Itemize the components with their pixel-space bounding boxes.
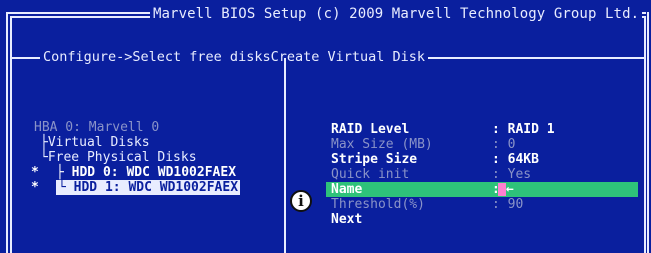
tree-virtual-disks[interactable]: ├Virtual Disks — [34, 135, 240, 150]
info-icon: i — [290, 190, 312, 212]
tree-virtual-disks-label: Virtual Disks — [47, 135, 150, 150]
disk-label-highlighted: └ HDD 1: WDC WD1002FAEX — [56, 180, 241, 195]
field-quick-init: Quick init : Yes — [326, 167, 638, 182]
selected-marker: * — [31, 165, 39, 180]
field-label: Stripe Size — [331, 152, 418, 167]
frame-right-line — [644, 16, 646, 253]
field-stripe-size[interactable]: Stripe Size : 64KB — [326, 152, 638, 167]
disk-label: HDD 0: WDC WD1002FAEX — [71, 165, 237, 180]
tree-corner-glyph: └ — [40, 150, 48, 165]
frame-left-inner-line — [10, 16, 12, 253]
field-value: : 0 — [492, 137, 516, 152]
frame-right-outer-line — [647, 12, 649, 253]
tree-disk-hdd0[interactable]: * ├ HDD 0: WDC WD1002FAEX — [31, 165, 240, 180]
tree-disk-hdd1[interactable]: * └ HDD 1: WDC WD1002FAEX — [31, 180, 241, 195]
field-label: Name — [331, 182, 363, 197]
field-threshold: Threshold(%) : 90 — [326, 197, 638, 212]
field-label: RAID Level — [331, 122, 410, 137]
tree-branch-glyph: ├ — [40, 135, 48, 150]
disk-label: HDD 1: WDC WD1002FAEX — [73, 180, 239, 195]
field-value: : 90 — [492, 197, 524, 212]
tree-branch-glyph: ├ — [56, 165, 64, 180]
next-button[interactable]: Next — [326, 212, 638, 227]
field-name[interactable]: Name : ← — [326, 182, 638, 197]
tree-free-physical-label: Free Physical Disks — [47, 150, 197, 165]
field-value: : Yes — [492, 167, 532, 182]
field-label: Max Size (MB) — [331, 137, 433, 152]
virtual-disk-fields: RAID Level : RAID 1 Max Size (MB) : 0 St… — [326, 122, 638, 227]
bios-screen: Marvell BIOS Setup (c) 2009 Marvell Tech… — [0, 0, 651, 253]
frame-left-line — [6, 12, 8, 253]
tree-free-physical-disks[interactable]: └Free Physical Disks — [34, 150, 240, 165]
bios-title: Marvell BIOS Setup (c) 2009 Marvell Tech… — [150, 6, 643, 22]
panel-divider — [284, 58, 286, 253]
field-raid-level[interactable]: RAID Level : RAID 1 — [326, 122, 638, 137]
backspace-arrow-icon: ← — [505, 182, 514, 197]
field-max-size: Max Size (MB) : 0 — [326, 137, 638, 152]
field-label: Quick init — [331, 167, 410, 182]
text-cursor — [497, 183, 506, 196]
field-label: Threshold(%) — [331, 197, 425, 212]
breadcrumb: Configure->Select free disksCreate Virtu… — [40, 49, 429, 65]
disk-tree: HBA 0: Marvell 0 ├Virtual Disks └Free Ph… — [31, 120, 241, 195]
field-value: : 64KB — [492, 152, 539, 167]
next-label: Next — [331, 212, 363, 227]
name-input[interactable]: : ← — [492, 182, 514, 197]
field-value: : RAID 1 — [492, 122, 555, 137]
tree-hba[interactable]: HBA 0: Marvell 0 — [34, 120, 240, 135]
selected-marker: * — [31, 180, 39, 195]
